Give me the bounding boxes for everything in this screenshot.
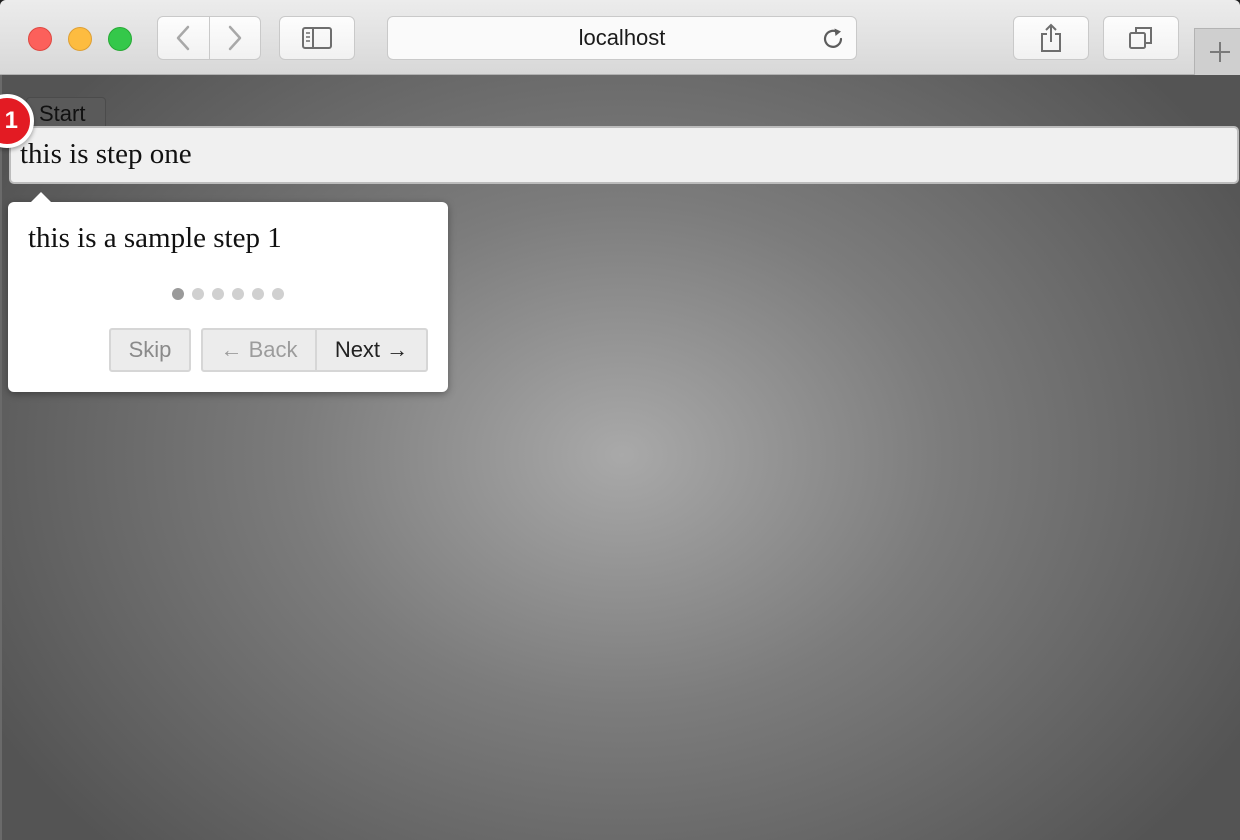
back-step-button[interactable]: ← Back bbox=[201, 328, 317, 372]
step-dot[interactable] bbox=[172, 288, 184, 300]
step-dot[interactable] bbox=[252, 288, 264, 300]
sidebar-button[interactable] bbox=[279, 16, 355, 60]
sidebar-icon bbox=[302, 27, 332, 49]
new-tab-button[interactable] bbox=[1194, 28, 1240, 75]
step-dot[interactable] bbox=[212, 288, 224, 300]
skip-button[interactable]: Skip bbox=[109, 328, 191, 372]
next-step-button[interactable]: Next → bbox=[315, 328, 428, 372]
step-progress-dots bbox=[172, 288, 284, 300]
address-url: localhost bbox=[578, 25, 666, 50]
popover-arrow bbox=[30, 192, 52, 203]
close-window-button[interactable] bbox=[28, 27, 52, 51]
maximize-window-button[interactable] bbox=[108, 27, 132, 51]
tour-popover: this is a sample step 1 Skip ← Back Next… bbox=[8, 192, 448, 392]
tabs-overview-button[interactable] bbox=[1103, 16, 1179, 60]
plus-icon bbox=[1209, 42, 1230, 62]
tour-step-body: this is a sample step 1 bbox=[28, 222, 282, 254]
minimize-window-button[interactable] bbox=[68, 27, 92, 51]
step-target-field: this is step one bbox=[9, 126, 1239, 184]
forward-button[interactable] bbox=[208, 17, 261, 59]
page-content: Start this is step one 1 this is a sampl… bbox=[0, 75, 1240, 840]
address-bar[interactable]: localhost bbox=[387, 16, 857, 60]
step-dot[interactable] bbox=[272, 288, 284, 300]
reload-icon[interactable] bbox=[820, 26, 846, 52]
step-dot[interactable] bbox=[192, 288, 204, 300]
share-button[interactable] bbox=[1013, 16, 1089, 60]
tabs-overview-icon bbox=[1129, 27, 1152, 49]
navigation-buttons bbox=[157, 16, 261, 60]
chevron-left-icon bbox=[177, 25, 190, 51]
browser-window: localhost Start this is step one 1 this … bbox=[0, 0, 1240, 840]
step-dot[interactable] bbox=[232, 288, 244, 300]
browser-toolbar: localhost bbox=[0, 0, 1240, 75]
back-button[interactable] bbox=[158, 17, 209, 59]
chevron-right-icon bbox=[228, 25, 241, 51]
share-icon bbox=[1041, 23, 1061, 52]
